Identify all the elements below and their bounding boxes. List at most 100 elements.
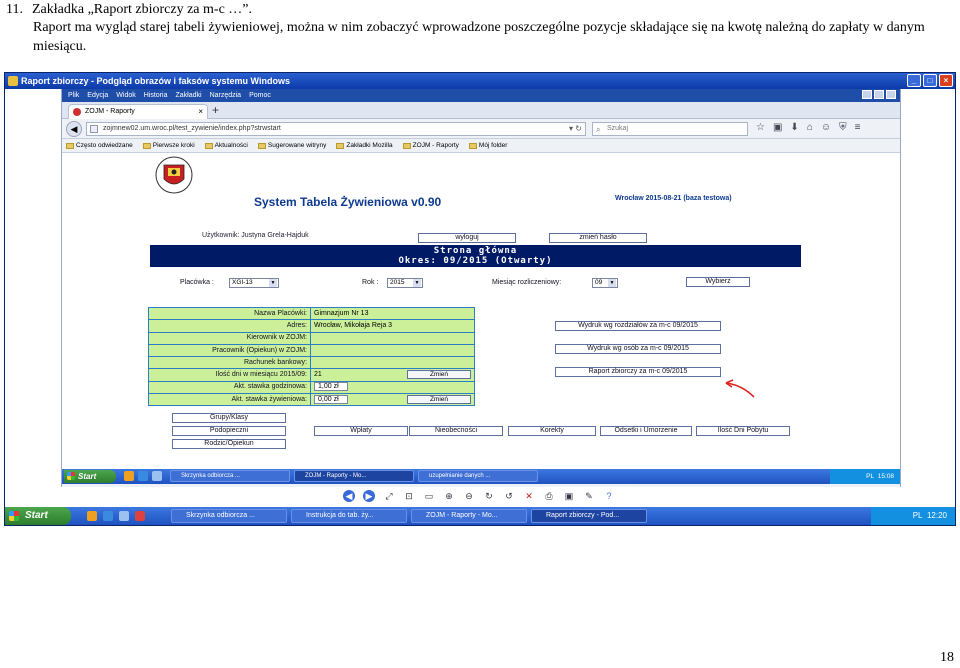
- firefox-icon[interactable]: [135, 511, 145, 521]
- change-password-button[interactable]: zmień hasło: [549, 233, 647, 243]
- site-info-icon[interactable]: [90, 125, 98, 133]
- save-icon[interactable]: ▣: [563, 490, 575, 502]
- menu-narzedzia[interactable]: Narzędzia: [210, 89, 242, 102]
- remote-screenshot: Plik Edycja Widok Historia Zakładki Narz…: [61, 89, 901, 487]
- browser-close-icon[interactable]: [886, 90, 896, 99]
- lang-indicator[interactable]: PL: [866, 473, 874, 480]
- menu-historia[interactable]: Historia: [144, 89, 168, 102]
- miesiac-select[interactable]: 09 ▼: [592, 278, 618, 288]
- desktop-icon[interactable]: [152, 471, 162, 481]
- lang-indicator[interactable]: PL: [913, 511, 923, 520]
- menu-zakladki[interactable]: Zakładki: [175, 89, 201, 102]
- library-icon[interactable]: ▣: [773, 122, 782, 133]
- system-tray: PL 12:20: [871, 507, 955, 525]
- task-skrzynka[interactable]: Skrzynka odbiorcza ...: [171, 509, 287, 523]
- menu-plik[interactable]: Plik: [68, 89, 79, 102]
- viewer-app-icon: [8, 76, 18, 86]
- zoom-in-icon[interactable]: ⊕: [443, 490, 455, 502]
- bookmark-zojm-raporty[interactable]: ZOJM - Raporty: [402, 139, 459, 152]
- wybierz-button[interactable]: Wybierz: [686, 277, 750, 287]
- actual-size-icon[interactable]: ⊡: [403, 490, 415, 502]
- start-button[interactable]: Start: [5, 507, 71, 525]
- chevron-down-icon: ▼: [608, 279, 616, 287]
- rotate-ccw-icon[interactable]: ↺: [503, 490, 515, 502]
- browser-minimize-icon[interactable]: [862, 90, 872, 99]
- tab-zojm-raporty[interactable]: ZOJM - Raporty ×: [68, 104, 208, 119]
- browser-maximize-icon[interactable]: [874, 90, 884, 99]
- inner-start-button[interactable]: Start: [64, 470, 116, 483]
- home-icon[interactable]: ⌂: [807, 122, 813, 133]
- inner-task-skrzynka[interactable]: Skrzynka odbiorcza ...: [170, 470, 290, 482]
- wplaty-button[interactable]: Wpłaty: [314, 426, 408, 436]
- chat-icon[interactable]: ☺: [821, 122, 831, 133]
- zmien-dni-button[interactable]: Zmień: [407, 370, 471, 380]
- print-icon[interactable]: ⎙: [543, 490, 555, 502]
- nazwa-value: Gimnazjum Nr 13: [310, 306, 475, 321]
- tab-close-icon[interactable]: ×: [198, 105, 203, 118]
- new-tab-button[interactable]: +: [212, 103, 219, 117]
- maximize-icon[interactable]: □: [923, 74, 937, 87]
- hamburger-menu-icon[interactable]: ≡: [855, 122, 861, 133]
- back-arrow-icon[interactable]: ◀: [66, 121, 82, 137]
- bookmark-star-icon[interactable]: ☆: [756, 122, 765, 133]
- search-input[interactable]: ⌕ Szukaj: [592, 122, 748, 136]
- podopieczni-button[interactable]: Podopieczni: [172, 426, 286, 436]
- inner-task-uzupelnianie[interactable]: uzupełnianie danych ...: [418, 470, 538, 482]
- browser-navbar: ◀ zojmnew02.um.wroc.pl/test_zywienie/ind…: [62, 119, 900, 139]
- menu-widok[interactable]: Widok: [116, 89, 135, 102]
- ie-icon[interactable]: [103, 511, 113, 521]
- slideshow-icon[interactable]: ▭: [423, 490, 435, 502]
- korekty-button[interactable]: Korekty: [508, 426, 596, 436]
- bookmark-aktualnosci[interactable]: Aktualności: [204, 139, 248, 152]
- task-zojm[interactable]: ZOJM - Raporty - Mo...: [411, 509, 527, 523]
- wydruk-osoby-button[interactable]: Wydruk wg osób za m-c 09/2015: [555, 344, 721, 354]
- bookmark-zakladki-mozilla[interactable]: Zakładki Mozilla: [336, 139, 393, 152]
- inner-task-zojm[interactable]: ZOJM - Raporty - Mo...: [294, 470, 414, 482]
- folder-icon: [468, 142, 477, 149]
- help-icon[interactable]: ?: [603, 490, 615, 502]
- bookmark-czesto[interactable]: Często odwiedzane: [66, 139, 133, 152]
- task-instrukcja[interactable]: Instrukcja do tab. ży...: [291, 509, 407, 523]
- bookmark-sugerowane[interactable]: Sugerowane witryny: [257, 139, 326, 152]
- ie-icon[interactable]: [138, 471, 148, 481]
- nieobecnosci-button[interactable]: Nieobecności: [409, 426, 503, 436]
- raport-zbiorczy-button[interactable]: Raport zbiorczy za m-c 09/2015: [555, 367, 721, 377]
- outlook-icon[interactable]: [124, 471, 134, 481]
- placowka-select[interactable]: XGI-13 ▼: [229, 278, 279, 288]
- outlook-icon[interactable]: [87, 511, 97, 521]
- table-row: Adres: Wrocław, Mikołaja Reja 3: [148, 319, 475, 333]
- menu-edycja[interactable]: Edycja: [87, 89, 108, 102]
- bookmark-label: Mój folder: [478, 141, 508, 149]
- viewer-titlebar[interactable]: Raport zbiorczy - Podgląd obrazów i faks…: [5, 73, 955, 89]
- close-icon[interactable]: ×: [939, 74, 953, 87]
- best-fit-icon[interactable]: ⤢: [383, 490, 395, 502]
- shield-icon[interactable]: ⛨: [839, 122, 847, 133]
- odsetki-button[interactable]: Odsetki i Umorzenie: [600, 426, 692, 436]
- heading-number: 11.: [6, 2, 23, 17]
- reload-icon[interactable]: ▾ ↻: [569, 123, 582, 135]
- bookmark-pierwsze-kroki[interactable]: Pierwsze kroki: [142, 139, 195, 152]
- rok-select[interactable]: 2015 ▼: [387, 278, 423, 288]
- edit-icon[interactable]: ✎: [583, 490, 595, 502]
- previous-image-icon[interactable]: ◀: [343, 490, 355, 502]
- grupy-klasy-button[interactable]: Grupy/Klasy: [172, 413, 286, 423]
- next-image-icon[interactable]: ▶: [363, 490, 375, 502]
- school-crest-logo: [155, 156, 193, 194]
- rotate-cw-icon[interactable]: ↻: [483, 490, 495, 502]
- desktop-icon[interactable]: [119, 511, 129, 521]
- download-icon[interactable]: ⬇: [790, 122, 798, 133]
- minimize-icon[interactable]: _: [907, 74, 921, 87]
- zmien-stawka-button[interactable]: Zmień: [407, 395, 471, 405]
- rodzic-opiekun-button[interactable]: Rodzic/Opiekun: [172, 439, 286, 449]
- wydruk-rozdzialy-button[interactable]: Wydruk wg rozdziałów za m-c 09/2015: [555, 321, 721, 331]
- menu-pomoc[interactable]: Pomoc: [249, 89, 271, 102]
- logout-button[interactable]: wyloguj: [418, 233, 516, 243]
- address-bar[interactable]: zojmnew02.um.wroc.pl/test_zywienie/index…: [86, 122, 586, 136]
- task-raport-zbiorczy[interactable]: Raport zbiorczy - Pod...: [531, 509, 647, 523]
- zoom-out-icon[interactable]: ⊖: [463, 490, 475, 502]
- inner-clock: 15:08: [877, 473, 894, 480]
- bookmark-moj-folder[interactable]: Mój folder: [468, 139, 508, 152]
- delete-icon[interactable]: ✕: [523, 490, 535, 502]
- start-label: Start: [25, 510, 48, 521]
- ilosc-dni-pobytu-button[interactable]: Ilość Dni Pobytu: [696, 426, 790, 436]
